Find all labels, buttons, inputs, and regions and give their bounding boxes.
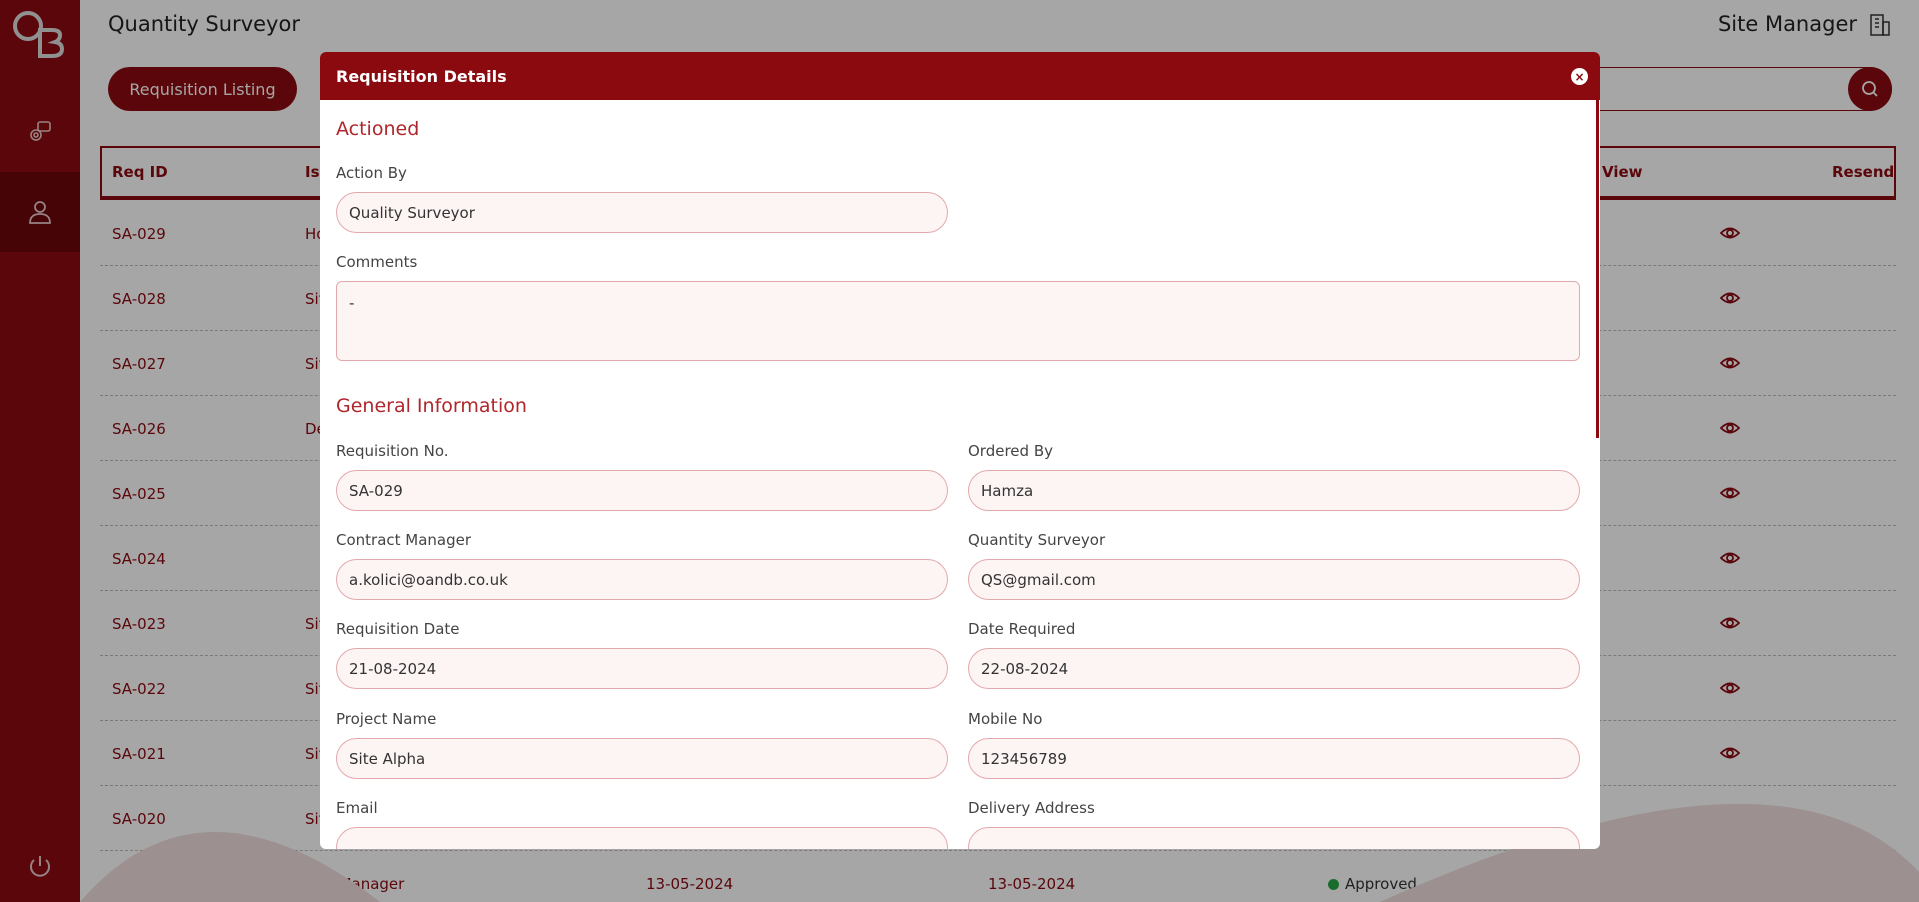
quantity-surveyor-label: Quantity Surveyor <box>968 531 1106 549</box>
requisition-no-field[interactable]: SA-029 <box>336 470 948 511</box>
section-title-actioned: Actioned <box>336 118 420 140</box>
mobile-no-field[interactable]: 123456789 <box>968 738 1580 779</box>
project-name-field[interactable]: Site Alpha <box>336 738 948 779</box>
quantity-surveyor-field[interactable]: QS@gmail.com <box>968 559 1580 600</box>
date-required-label: Date Required <box>968 620 1076 638</box>
requisition-details-modal: Requisition Details × Actioned Action By… <box>320 52 1600 849</box>
action-by-label: Action By <box>336 164 407 182</box>
comments-label: Comments <box>336 253 418 271</box>
section-title-general-information: General Information <box>336 395 527 417</box>
date-required-field[interactable]: 22-08-2024 <box>968 648 1580 689</box>
delivery-address-field[interactable] <box>968 827 1580 849</box>
requisition-date-label: Requisition Date <box>336 620 460 638</box>
close-icon[interactable]: × <box>1571 68 1588 85</box>
comments-field[interactable]: - <box>336 281 1580 361</box>
requisition-date-field[interactable]: 21-08-2024 <box>336 648 948 689</box>
delivery-address-label: Delivery Address <box>968 799 1095 817</box>
modal-header: Requisition Details × <box>320 52 1600 100</box>
project-name-label: Project Name <box>336 710 437 728</box>
mobile-no-label: Mobile No <box>968 710 1043 728</box>
action-by-field[interactable]: Quality Surveyor <box>336 192 948 233</box>
email-field[interactable] <box>336 827 948 849</box>
modal-title: Requisition Details <box>336 66 507 86</box>
requisition-no-label: Requisition No. <box>336 442 449 460</box>
contract-manager-field[interactable]: a.kolici@oandb.co.uk <box>336 559 948 600</box>
ordered-by-label: Ordered By <box>968 442 1053 460</box>
modal-scrollbar[interactable] <box>1596 100 1599 438</box>
email-label: Email <box>336 799 378 817</box>
ordered-by-field[interactable]: Hamza <box>968 470 1580 511</box>
contract-manager-label: Contract Manager <box>336 531 472 549</box>
modal-body: Actioned Action By Quality Surveyor Comm… <box>320 100 1600 849</box>
